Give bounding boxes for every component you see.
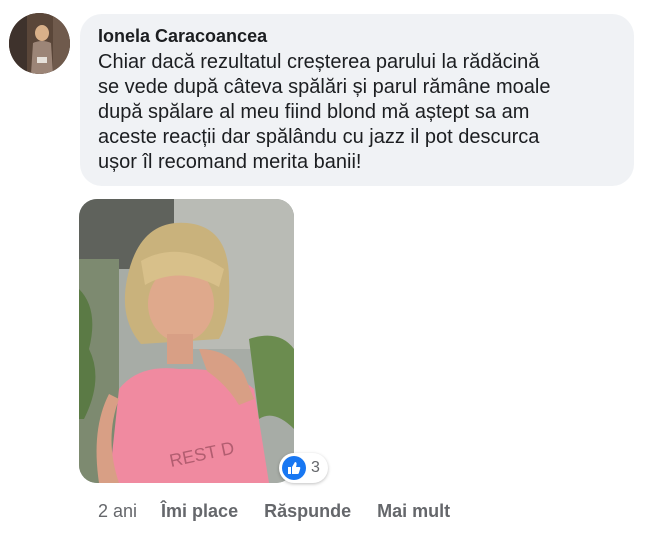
comment-thread: Ionela Caracoancea Chiar dacă rezultatul… <box>0 0 650 536</box>
avatar[interactable] <box>9 13 70 74</box>
like-icon <box>282 456 306 480</box>
reaction-count: 3 <box>311 459 320 476</box>
thumbs-up-icon <box>288 462 301 474</box>
comment-timestamp[interactable]: 2 ani <box>98 498 137 524</box>
avatar-photo <box>9 13 70 74</box>
comment-photo-image: REST D <box>79 199 294 483</box>
like-button[interactable]: Îmi place <box>161 498 238 524</box>
comment-author[interactable]: Ionela Caracoancea <box>98 24 616 48</box>
more-button[interactable]: Mai mult <box>377 498 450 524</box>
comment-actions: 2 ani Îmi place Răspunde Mai mult <box>98 498 476 524</box>
reactions-summary[interactable]: 3 <box>279 453 328 483</box>
comment-text: Chiar dacă rezultatul creșterea parului … <box>98 51 551 173</box>
comment-bubble: Ionela Caracoancea Chiar dacă rezultatul… <box>80 14 634 186</box>
comment-photo[interactable]: REST D <box>79 199 294 483</box>
reply-button[interactable]: Răspunde <box>264 498 351 524</box>
